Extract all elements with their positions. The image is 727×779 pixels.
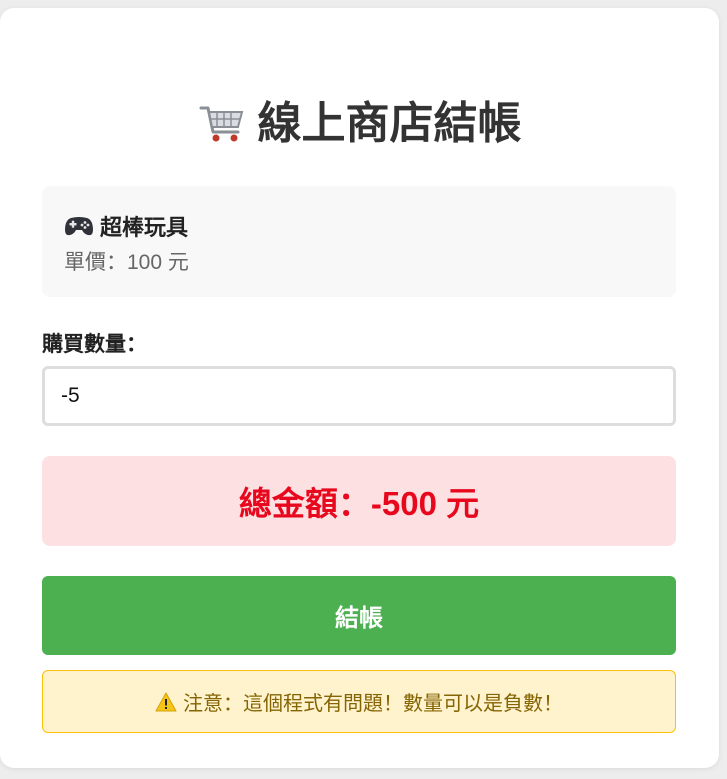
gamepad-icon [64,214,94,238]
total-amount-box: 總金額：-500 元 [42,456,676,546]
total-amount: 總金額：-500 元 [238,485,480,522]
warning-icon [155,692,177,712]
product-card: 超棒玩具 單價：100 元 [42,186,676,297]
shopping-cart-icon [198,100,246,148]
quantity-label: 購買數量： [42,333,147,356]
product-unit-price: 單價：100 元 [64,251,189,274]
warning-banner: 注意：這個程式有問題！數量可以是負數！ [42,670,676,733]
product-name-row: 超棒玩具 [64,210,188,242]
page-title: 線上商店結帳 [0,94,719,154]
quantity-input[interactable] [42,366,676,426]
page-title-text: 線上商店結帳 [257,99,522,148]
product-name: 超棒玩具 [100,215,189,240]
checkout-button[interactable]: 結帳 [42,576,676,655]
warning-text: 注意：這個程式有問題！數量可以是負數！ [183,693,563,715]
checkout-card: 線上商店結帳 超棒玩具 單價：100 元 購買數量： 總金額：-500 元 結帳 [0,8,719,768]
